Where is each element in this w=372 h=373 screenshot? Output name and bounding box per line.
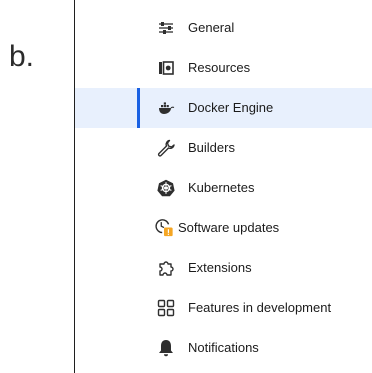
grid-icon xyxy=(156,298,176,318)
sidebar-item-docker-engine[interactable]: Docker Engine xyxy=(75,88,372,128)
sidebar-item-label: Resources xyxy=(188,60,251,75)
sidebar-item-builders[interactable]: Builders xyxy=(75,128,372,168)
wrench-icon xyxy=(156,138,176,158)
sidebar-item-label: Notifications xyxy=(188,340,259,355)
sidebar-item-extensions[interactable]: Extensions xyxy=(75,248,372,288)
sidebar-item-kubernetes[interactable]: Kubernetes xyxy=(75,168,372,208)
sidebar-item-label: General xyxy=(188,20,235,35)
bell-icon xyxy=(156,338,176,358)
kubernetes-icon xyxy=(156,178,176,198)
sliders-icon xyxy=(156,18,176,38)
sidebar-item-notifications[interactable]: Notifications xyxy=(75,328,372,368)
sidebar-item-general[interactable]: General xyxy=(75,8,372,48)
sidebar-item-resources[interactable]: Resources xyxy=(75,48,372,88)
settings-sidebar: General Resources Docker Engine Builders… xyxy=(74,0,372,373)
sidebar-item-label: Docker Engine xyxy=(188,100,274,115)
sidebar-item-features-in-development[interactable]: Features in development xyxy=(75,288,372,328)
sidebar-item-label: Features in development xyxy=(188,300,332,315)
puzzle-icon xyxy=(156,258,176,278)
sidebar-item-label: Extensions xyxy=(188,260,252,275)
docker-whale-icon xyxy=(156,98,176,118)
sidebar-item-label: Software updates xyxy=(178,220,280,235)
resources-icon xyxy=(156,58,176,78)
figure-label: b. xyxy=(9,40,35,73)
active-indicator xyxy=(137,88,140,128)
sidebar-item-software-updates[interactable]: Software updates xyxy=(75,208,372,248)
sidebar-item-label: Kubernetes xyxy=(188,180,255,195)
sidebar-item-label: Builders xyxy=(188,140,235,155)
clock-update-icon xyxy=(154,218,174,238)
